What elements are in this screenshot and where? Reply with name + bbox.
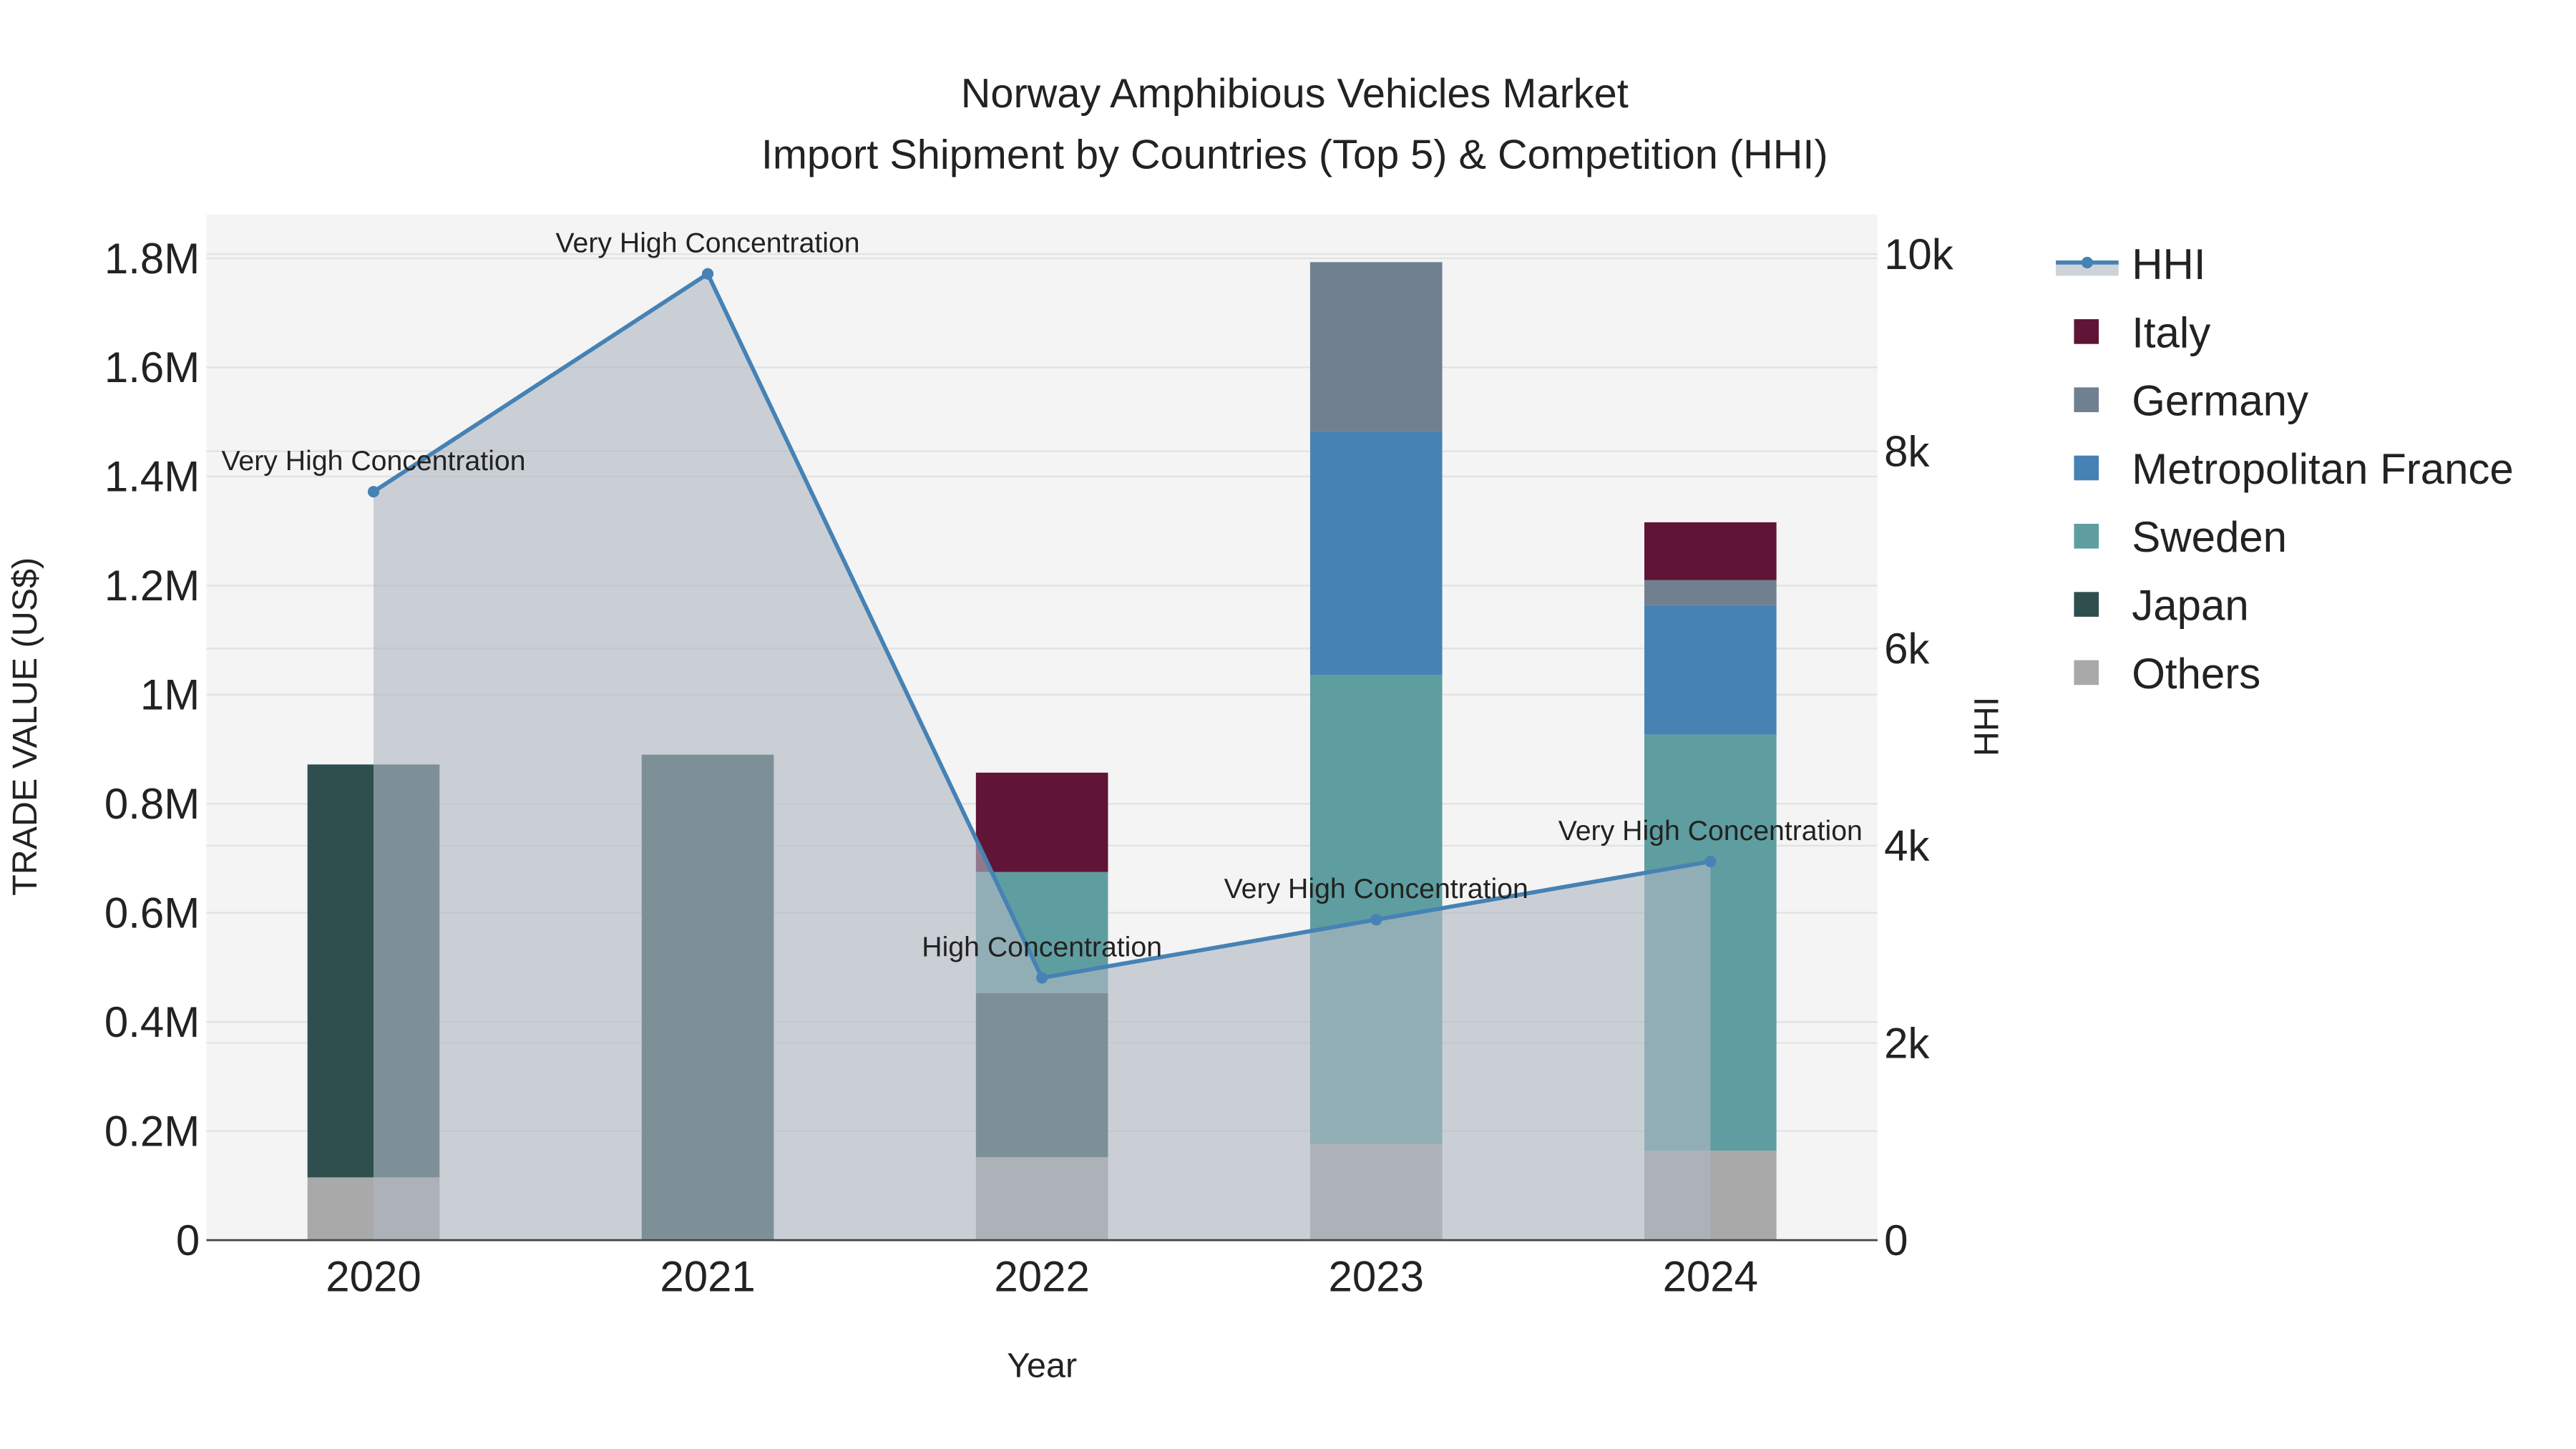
chart-title-line2: Import Shipment by Countries (Top 5) & C… bbox=[761, 132, 1828, 177]
hhi-annotation: Very High Concentration bbox=[556, 228, 860, 259]
hhi-annotation: Very High Concentration bbox=[1558, 815, 1863, 847]
x-axis-title: Year bbox=[1007, 1347, 1077, 1385]
legend-hhi-marker bbox=[2081, 256, 2093, 268]
y-tick-label: 1.4M bbox=[104, 453, 200, 501]
chart-title-line1: Norway Amphibious Vehicles Market bbox=[961, 71, 1629, 117]
legend-swatch-others bbox=[2074, 660, 2099, 686]
y-tick-label: 1.6M bbox=[104, 343, 200, 391]
legend-swatch-italy bbox=[2074, 319, 2099, 344]
legend-label-italy[interactable]: Italy bbox=[2132, 308, 2210, 356]
legend-label-metropolitan-france[interactable]: Metropolitan France bbox=[2132, 445, 2514, 493]
hhi-point-2022 bbox=[1036, 972, 1048, 984]
x-tick-label: 2020 bbox=[326, 1253, 421, 1301]
y2-tick-label: 8k bbox=[1884, 427, 1930, 475]
legend: HHI Italy Germany Metropolitan France Sweden… bbox=[2056, 240, 2514, 698]
legend-swatch-sweden bbox=[2074, 524, 2099, 549]
x-tick-label: 2024 bbox=[1663, 1253, 1758, 1301]
y-tick-label: 0 bbox=[176, 1216, 200, 1264]
y2-tick-label: 10k bbox=[1884, 230, 1954, 278]
bar-germany-2023 bbox=[1309, 262, 1443, 431]
legend-label-others[interactable]: Others bbox=[2132, 650, 2260, 698]
hhi-point-2020 bbox=[367, 486, 380, 498]
legend-label-sweden[interactable]: Sweden bbox=[2132, 513, 2287, 561]
y2-tick-label: 0 bbox=[1884, 1216, 1908, 1264]
legend-swatch-germany bbox=[2074, 387, 2099, 412]
hhi-point-2021 bbox=[702, 268, 714, 280]
y-tick-label: 1.2M bbox=[104, 562, 200, 610]
hhi-annotation: Very High Concentration bbox=[1224, 873, 1528, 904]
legend-label-germany[interactable]: Germany bbox=[2132, 377, 2308, 425]
y-tick-label: 0.4M bbox=[104, 998, 200, 1046]
legend-label-japan[interactable]: Japan bbox=[2132, 582, 2248, 630]
legend-swatch-metropolitan-france bbox=[2074, 455, 2099, 481]
hhi-annotation: Very High Concentration bbox=[221, 445, 525, 477]
x-tick-label: 2023 bbox=[1328, 1253, 1423, 1301]
legend-swatch-japan bbox=[2074, 592, 2099, 617]
legend-label-hhi[interactable]: HHI bbox=[2132, 240, 2205, 288]
hhi-point-2024 bbox=[1704, 855, 1717, 868]
y-tick-label: 1M bbox=[140, 671, 200, 719]
hhi-point-2023 bbox=[1370, 914, 1382, 926]
y-tick-label: 0.2M bbox=[104, 1107, 200, 1155]
y-axis-title: TRADE VALUE (US$) bbox=[6, 557, 44, 896]
bar-metropolitan-france-2024 bbox=[1644, 605, 1777, 735]
y2-axis-title: HHI bbox=[1967, 697, 2006, 756]
bar-metropolitan-france-2023 bbox=[1309, 431, 1443, 675]
y2-tick-label: 2k bbox=[1884, 1019, 1930, 1067]
y2-tick-label: 4k bbox=[1884, 822, 1930, 870]
bar-germany-2024 bbox=[1644, 580, 1777, 605]
y2-tick-label: 6k bbox=[1884, 625, 1930, 673]
chart: Very High Concentration Very High Concent… bbox=[6, 71, 2514, 1385]
x-tick-label: 2022 bbox=[994, 1253, 1089, 1301]
hhi-annotation: High Concentration bbox=[922, 932, 1162, 963]
y-tick-label: 0.8M bbox=[104, 780, 200, 828]
y-tick-label: 0.6M bbox=[104, 889, 200, 937]
y-tick-label: 1.8M bbox=[104, 235, 200, 283]
bar-italy-2022 bbox=[975, 772, 1108, 872]
x-tick-label: 2021 bbox=[660, 1253, 755, 1301]
bar-italy-2024 bbox=[1644, 522, 1777, 580]
